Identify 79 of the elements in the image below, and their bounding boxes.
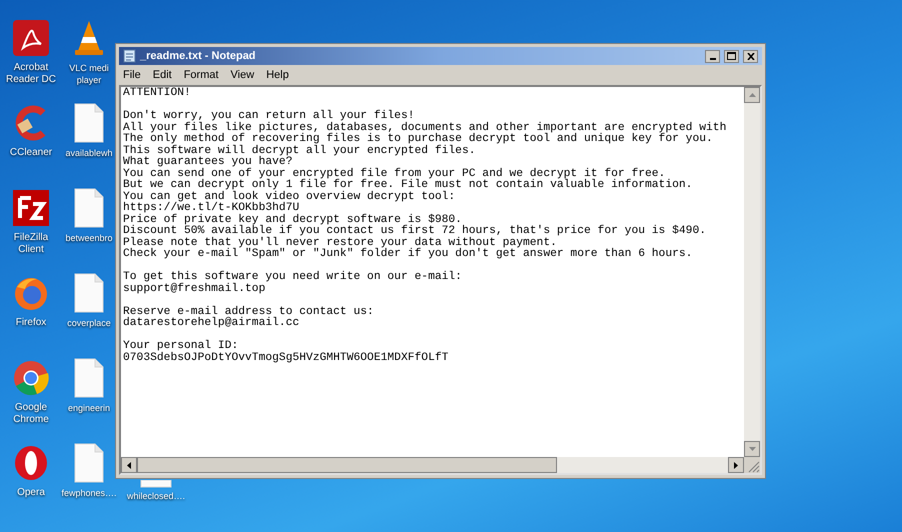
menu-item[interactable]: Edit [152,66,172,84]
blank-file-icon [73,103,105,143]
text-line: What guarantees you have? [123,157,293,168]
left-arrow-icon [127,462,131,468]
pdf-app-icon [11,18,51,58]
text-line: The only method of recovering files is to purchase decrypt tool and unique key for you. [123,134,714,145]
text-line: All your files like pictures, databases, documents and other important are encrypted with [123,122,728,134]
text-line: Please note that you'll never restore your data without payment. [123,238,558,248]
scroll-right-button[interactable] [728,457,744,473]
text-line: Check your e-mail "Spam" or "Junk" folder if you don't get answer more than 6 hours. [123,249,694,260]
desktop-icon[interactable]: Google Chrome [2,358,60,443]
scroll-up-button[interactable] [744,87,760,103]
text-line: Your personal ID: [123,341,238,352]
text-line: This software will decrypt all your encrypted files. [123,146,477,156]
icon-label: CCleaner [10,147,52,159]
blank-file-icon [73,358,105,398]
vertical-scrollbar[interactable] [744,87,760,457]
down-arrow-icon [748,447,756,451]
desktop-icon[interactable]: whileclosed…. [118,480,194,502]
icon-label: VLC medi player [68,62,110,86]
text-line: Reserve e-mail address to contact us: [123,306,375,318]
icon-label: Firefox [16,317,46,329]
minimize-button[interactable] [705,50,720,62]
chrome-ball-icon [11,358,51,398]
text-line: ATTENTION! [123,88,192,100]
text-line: Don't worry, you can return all your files! [123,111,415,122]
text-line: Discount 50% available if you contact us first 72 hours, that's price for you is $490. [123,226,708,237]
text-line: Price of private key and decrypt software is $980. [123,214,463,226]
icon-label: availablewh [65,147,113,159]
icon-label: engineerin [68,402,110,414]
maximize-button[interactable] [724,50,739,62]
desktop-icon[interactable]: betweenbro [64,188,114,273]
text-line: But we can decrypt only 1 file for free. File must not contain valuable information. [123,180,694,191]
icon-label: betweenbro [65,232,113,244]
up-arrow-icon [748,93,756,97]
text-line: You can get and look video overview decrypt tool: [123,192,456,202]
icon-label: Opera [17,487,45,499]
desktop-icon[interactable]: coverplace [64,273,114,358]
icon-label: fewphones…. [61,487,117,499]
horizontal-scrollbar[interactable] [121,457,744,473]
right-arrow-icon [734,462,738,468]
icon-label: coverplace [67,317,111,329]
icon-label: whileclosed…. [126,490,186,502]
close-icon [746,52,754,60]
icon-label: Acrobat Reader DC [4,62,58,86]
icon-label: FileZilla Client [12,232,50,256]
desktop-icon[interactable]: fewphones…. [64,443,114,528]
blank-file-icon [73,443,105,483]
desktop-icon[interactable]: Firefox [2,273,60,358]
blank-file-icon [73,273,105,313]
text-line: To get this software you need write on our e-mail: [123,272,463,283]
desktop-icon[interactable]: Opera [2,443,60,528]
blank-file-icon [73,188,105,228]
desktop-icon[interactable]: FileZilla Client [2,188,60,273]
text-line: You can send one of your encrypted file from your PC and we decrypt it for free. [123,168,666,180]
text-line: https://we.tl/t-KOKbb3hd7U [123,203,300,214]
menu-item[interactable]: File [123,66,141,84]
icon-label: Google Chrome [12,402,50,426]
desktop-icon[interactable]: VLC medi player [64,18,114,103]
text-line: 0703SdebsOJPoDtYOvvTmogSg5HVzGMHTW6OOE1MDXFfOLfT [123,352,450,364]
file-edge-icon [140,480,172,488]
close-button[interactable] [743,50,758,62]
notepad-icon [123,49,136,63]
text-line: support@freshmail.top [123,284,266,295]
scroll-left-button[interactable] [121,457,137,473]
text-line: datarestorehelp@airmail.cc [123,318,300,330]
menu-item[interactable]: Format [184,66,219,84]
desktop-icon[interactable]: Acrobat Reader DC [2,18,60,103]
menu-item[interactable]: Help [266,66,289,84]
minimize-icon [710,58,716,60]
desktop-icon[interactable]: CCleaner [2,103,60,188]
scroll-thumb[interactable] [137,457,557,473]
fz-logo-icon [11,188,51,228]
desktop-icon[interactable]: engineerin [64,358,114,443]
window-title: _readme.txt - Notepad [140,48,257,64]
resize-grip-icon[interactable] [744,457,760,473]
desktop-icon[interactable]: availablewh [64,103,114,188]
menu-item[interactable]: View [230,66,254,84]
maximize-icon [727,52,736,60]
